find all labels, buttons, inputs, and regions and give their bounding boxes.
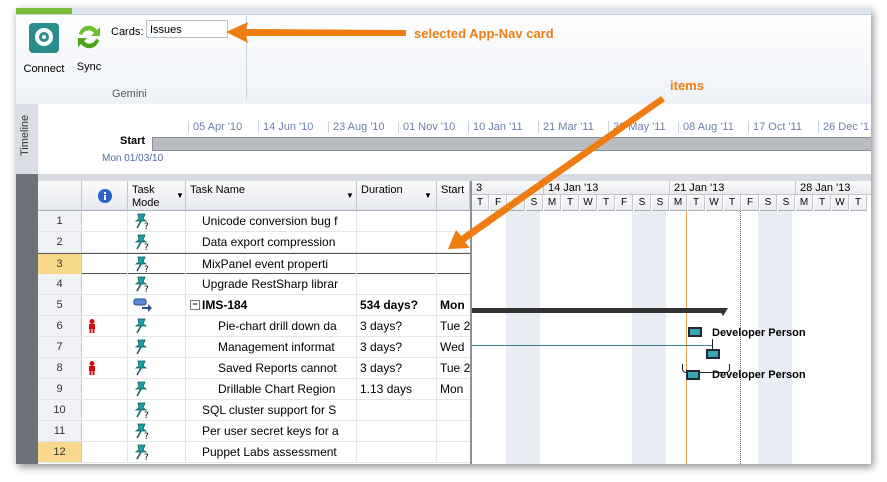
app-window: Connect Sync Cards: Issues Gemini Timeli… (16, 8, 871, 464)
items-callout: items (670, 78, 704, 93)
app-nav-card-callout: selected App-Nav card (414, 26, 554, 41)
annotation-arrows (226, 22, 665, 249)
